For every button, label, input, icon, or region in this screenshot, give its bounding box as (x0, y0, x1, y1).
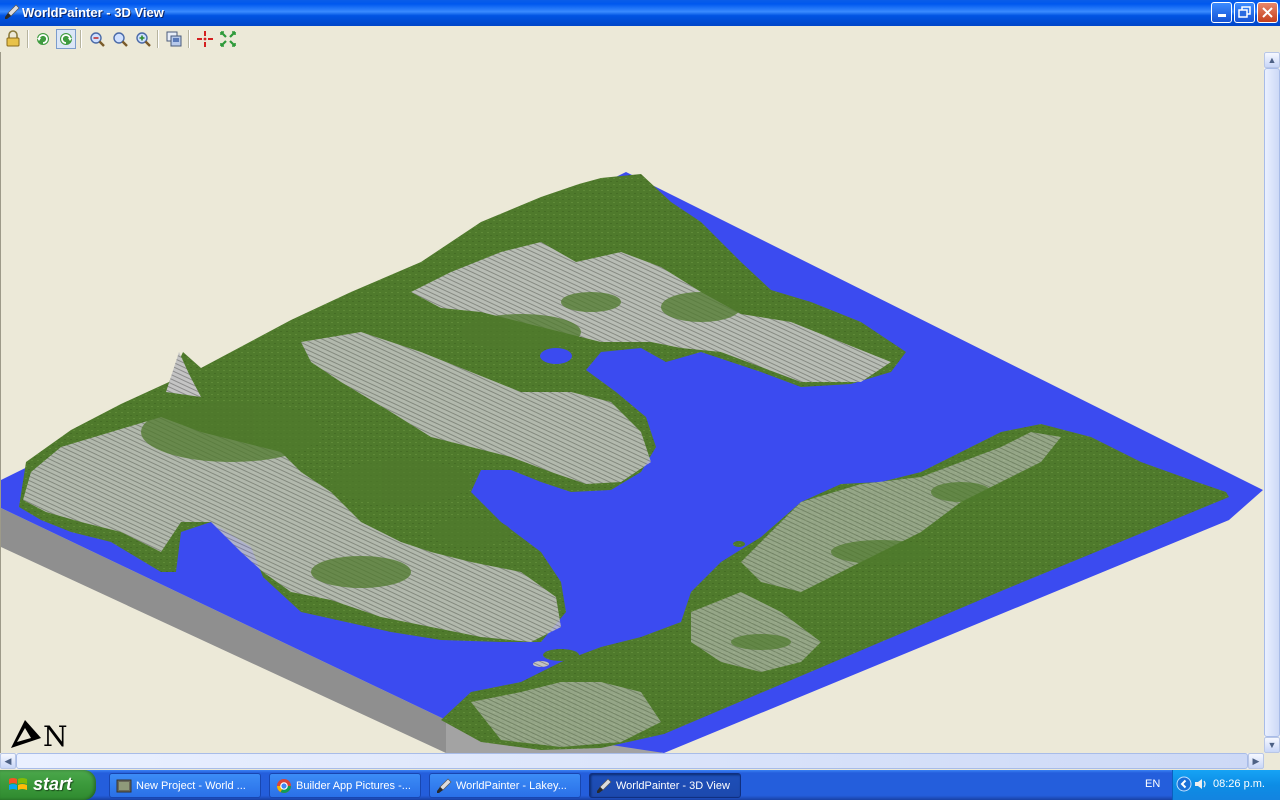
horizontal-scrollbar[interactable]: ◀ ▶ (0, 753, 1264, 769)
taskbar-item-label: WorldPainter - Lakey... (456, 780, 567, 792)
worldpainter-brush-icon (5, 4, 20, 19)
language-indicator[interactable]: EN (1145, 778, 1160, 790)
island-2 (533, 661, 549, 667)
rotate-right-icon[interactable] (56, 29, 76, 49)
lock-icon[interactable] (4, 30, 22, 48)
taskbar-item-label: New Project - World ... (136, 780, 246, 792)
minimize-button[interactable] (1211, 2, 1232, 23)
clock: 08:26 p.m. (1213, 778, 1265, 790)
island-3 (733, 541, 745, 547)
minimize-icon (1217, 14, 1226, 17)
taskbar: start New Project - World ... Builder Ap… (0, 770, 1280, 800)
title-bar[interactable]: WorldPainter - 3D View (0, 0, 1280, 26)
move-to-spawn-icon[interactable] (196, 30, 214, 48)
taskbar-item-new-project[interactable]: New Project - World ... (109, 773, 261, 798)
export-image-icon[interactable] (165, 30, 183, 48)
scrollbar-corner (1264, 753, 1280, 769)
move-to-origin-icon[interactable] (219, 30, 237, 48)
windows-logo-icon (9, 778, 27, 790)
scroll-up-button[interactable]: ▲ (1264, 52, 1280, 68)
zoom-reset-icon[interactable] (111, 30, 129, 48)
taskbar-item-builder-app[interactable]: Builder App Pictures -... (269, 773, 421, 798)
taskbar-item-label: Builder App Pictures -... (296, 780, 411, 792)
tray-expand-icon[interactable] (1176, 776, 1192, 792)
start-button[interactable]: start (0, 770, 96, 800)
scroll-right-button[interactable]: ▶ (1248, 753, 1264, 769)
compass-label: N (43, 720, 68, 750)
island-1 (543, 649, 579, 661)
scroll-down-button[interactable]: ▼ (1264, 737, 1280, 753)
image-viewer-icon (116, 779, 132, 793)
rotate-left-icon[interactable] (34, 30, 52, 48)
window-title: WorldPainter - 3D View (22, 5, 164, 20)
start-label: start (33, 774, 73, 794)
worldpainter-brush-icon (597, 778, 612, 793)
zoom-in-icon[interactable] (134, 30, 152, 48)
close-button[interactable] (1257, 2, 1278, 23)
terrain-render[interactable] (1, 52, 1265, 753)
volume-icon[interactable] (1193, 776, 1209, 792)
close-icon (1262, 7, 1273, 18)
scroll-left-button[interactable]: ◀ (0, 753, 16, 769)
restore-icon (1238, 6, 1251, 18)
taskbar-item-worldpainter-3d-view[interactable]: WorldPainter - 3D View (589, 773, 741, 798)
taskbar-item-worldpainter-lakey[interactable]: WorldPainter - Lakey... (429, 773, 581, 798)
zoom-out-icon[interactable] (88, 30, 106, 48)
north-compass-icon: N (11, 720, 68, 750)
vertical-scroll-thumb[interactable] (1264, 68, 1280, 737)
3d-view-canvas[interactable]: N (0, 52, 1265, 753)
toolbar (0, 26, 1280, 53)
taskbar-item-label: WorldPainter - 3D View (616, 780, 730, 792)
horizontal-scroll-thumb[interactable] (16, 753, 1248, 769)
worldpainter-brush-icon (437, 778, 452, 793)
vertical-scrollbar[interactable]: ▲ ▼ (1264, 52, 1280, 753)
restore-button[interactable] (1234, 2, 1255, 23)
chrome-icon (277, 779, 291, 793)
inland-lake (540, 348, 572, 364)
